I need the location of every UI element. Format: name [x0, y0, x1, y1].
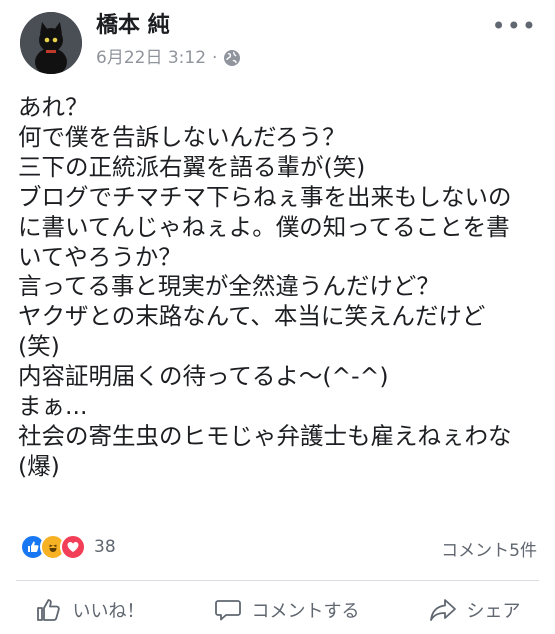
post-text-line: まぁ...	[18, 392, 88, 421]
share-arrow-icon	[429, 599, 456, 621]
share-label: シェア	[466, 601, 521, 622]
post-text-line: 言ってる事と現実が全然違うんだけど？	[18, 272, 440, 301]
author-name[interactable]: 橋本 純	[96, 12, 170, 40]
post-header: 橋本 純 6月22日 3:12 · •••	[0, 0, 555, 92]
comment-bubble-icon	[214, 600, 241, 621]
love-reaction-icon	[60, 534, 86, 560]
like-label: いいね！	[72, 601, 145, 622]
avatar[interactable]	[20, 12, 82, 74]
share-button[interactable]: シェア	[429, 597, 521, 623]
post-body: あれ？ 何で僕を告訴しないんだろう？ 三下の正統派右翼を語る輩が(笑) ブログでチマチ…	[18, 93, 543, 482]
comments-count[interactable]: コメント5件	[441, 536, 537, 561]
post-meta: 6月22日 3:12 ·	[96, 46, 241, 70]
black-cat-avatar-icon	[20, 12, 82, 74]
divider	[16, 580, 539, 581]
post-text-line: (爆)	[18, 451, 60, 480]
post-text-line: 三下の正統派右翼を語る輩が(笑)	[18, 152, 366, 181]
reactions-summary[interactable]: 38	[20, 534, 116, 560]
post-text-line: あれ？	[18, 93, 89, 121]
thumbs-up-icon	[36, 599, 60, 621]
globe-icon	[223, 49, 241, 67]
like-button[interactable]: いいね！	[35, 597, 145, 623]
post-timestamp[interactable]: 6月22日 3:12	[96, 46, 206, 70]
action-bar: いいね！ コメントする シェア	[0, 590, 555, 630]
post-text-line: ヤクザとの末路なんて、本当に笑えんだけど	[18, 302, 486, 331]
post-stats: 38 コメント5件	[0, 526, 555, 566]
post-text-line: 社会の寄生虫のヒモじゃ弁護士も雇えねぇわな	[18, 421, 512, 450]
more-options-icon[interactable]: •••	[492, 14, 537, 38]
meta-separator: ·	[212, 48, 218, 68]
post-text-line: 内容証明届くの待ってるよ〜(^-^)	[18, 362, 389, 391]
post-text-line: (笑)	[18, 332, 60, 361]
comment-button[interactable]: コメントする	[214, 597, 360, 623]
post-text-line: ブログでチマチマ下らねぇ事を出来もしないの	[18, 182, 512, 211]
post-text-line: いてやろうか？	[18, 242, 182, 271]
post-text-line: に書いてんじゃねぇよ。僕の知ってることを書	[18, 212, 510, 241]
reaction-count[interactable]: 38	[94, 537, 116, 557]
comment-label: コメントする	[251, 601, 360, 622]
post-text-line: 何で僕を告訴しないんだろう？	[18, 122, 346, 151]
